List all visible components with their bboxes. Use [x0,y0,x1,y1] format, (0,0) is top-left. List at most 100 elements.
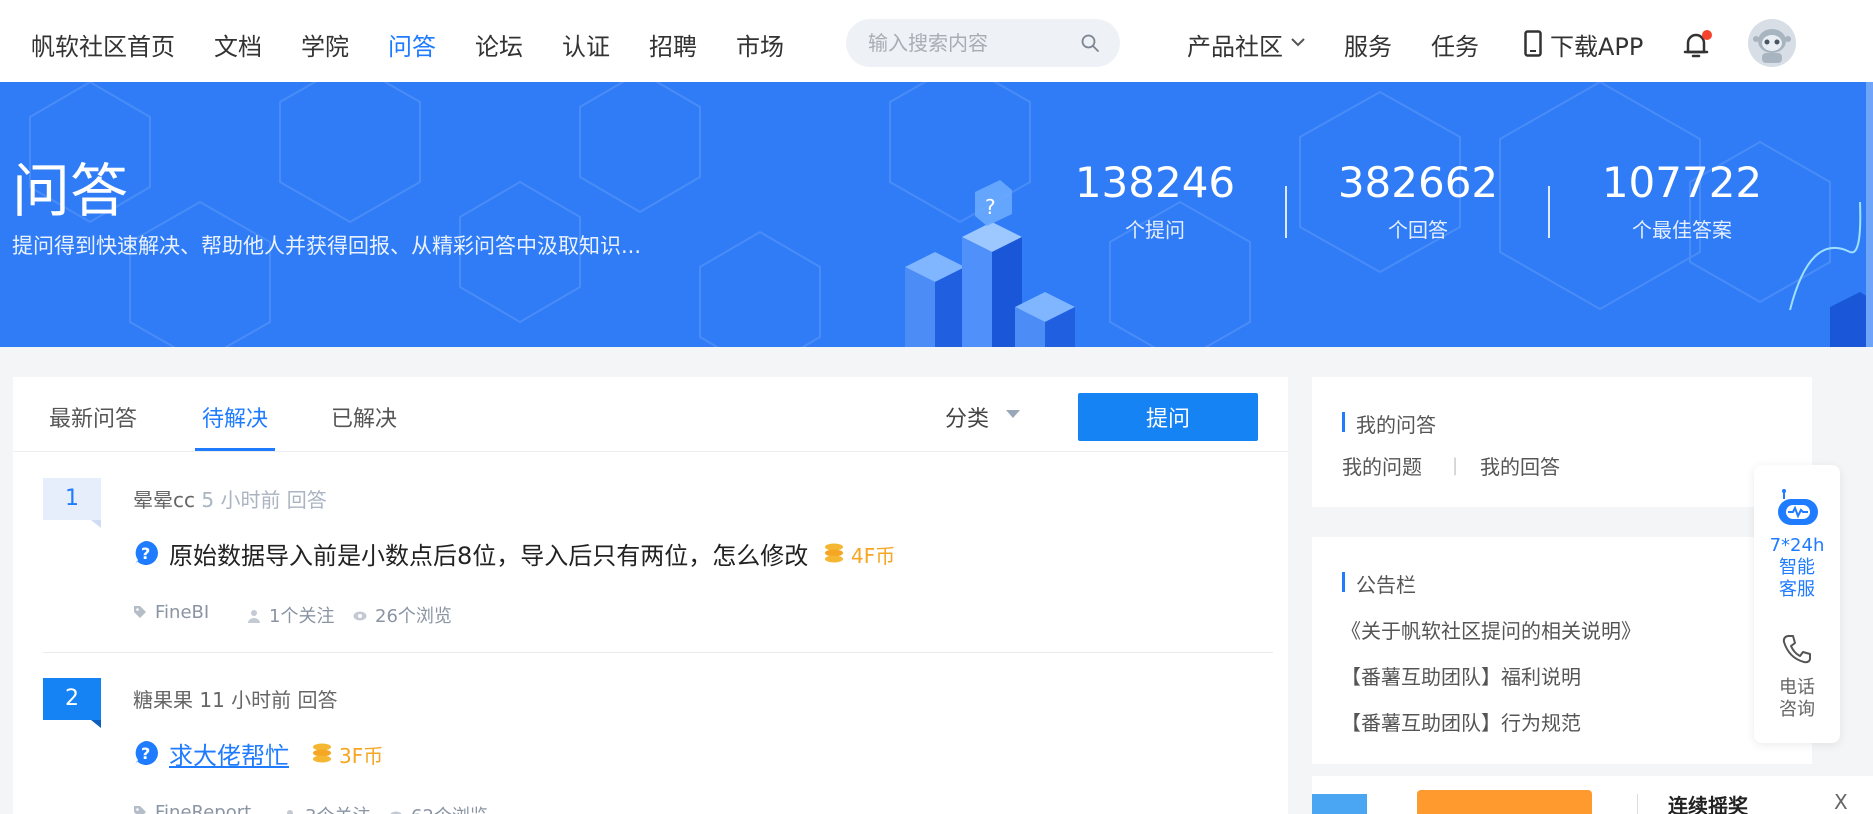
nav-link-qa[interactable]: 问答 [388,27,436,62]
robot-avatar-icon [1748,19,1796,67]
question-time: 11 小时前 回答 [199,688,338,712]
nav-link-download-app[interactable]: 下载APP [1550,27,1643,62]
tab-unsolved[interactable]: 待解决 [202,401,268,433]
tag-label: FineReport [155,802,252,814]
stat-label: 个提问 [1125,218,1185,242]
views-label: 26个浏览 [375,606,452,627]
nav-link-services[interactable]: 服务 [1344,27,1392,62]
scrollbar[interactable] [1866,82,1873,347]
question-rank: 1 [43,478,101,528]
coin-stack-icon [825,543,843,563]
stat-best-answers: 107722 个最佳答案 [1587,158,1777,243]
coin-stack-icon [313,743,331,763]
notice-item[interactable]: 【番薯互助团队】福利说明 [1341,661,1581,690]
bell-icon[interactable] [1680,28,1712,60]
top-nav: 帆软社区首页 文档 学院 问答 论坛 认证 招聘 市场 产品社区 服务 任务 下… [0,0,1873,82]
chevron-down-icon[interactable] [1290,36,1306,48]
floating-service-panel: 7*24h 智能 客服 电话 咨询 [1754,465,1840,743]
followers-count: 1个关注 [247,602,334,628]
page-subtitle: 提问得到快速解决、帮助他人并获得回报、从精彩问答中汲取知识... [12,234,642,258]
product-tag[interactable]: FineBI [133,602,209,623]
ai-service-label-2[interactable]: 客服 [1754,579,1840,601]
stat-questions: 138246 个提问 [1060,158,1250,243]
nav-link-docs[interactable]: 文档 [214,27,262,62]
views-label: 62个浏览 [411,806,488,814]
followers-count: 3个关注 [283,802,370,814]
stat-label: 个回答 [1388,218,1448,242]
popup-divider [1637,794,1638,814]
nav-link-academy[interactable]: 学院 [301,27,349,62]
caret-down-icon[interactable] [1006,410,1020,418]
question-rank: 2 [43,678,101,728]
my-questions-link[interactable]: 我的问题 [1342,451,1422,480]
nav-link-tasks[interactable]: 任务 [1431,27,1479,62]
mobile-phone-icon [1524,30,1542,57]
tabs-divider [13,451,1288,452]
stat-value: 107722 [1601,158,1763,207]
search-icon[interactable] [1080,33,1100,53]
views-count: 26个浏览 [353,602,452,628]
notice-title: 公告栏 [1342,569,1416,598]
svg-text:?: ? [985,195,996,219]
reward-amount: 4F币 [851,544,896,568]
reward-amount: 3F币 [339,744,384,768]
question-meta: 晕晕cc 5 小时前 回答 [133,484,327,513]
close-icon[interactable]: X [1834,790,1848,814]
product-tag[interactable]: FineReport [133,802,251,814]
stat-answers: 382662 个回答 [1323,158,1513,243]
tab-latest[interactable]: 最新问答 [49,401,137,433]
question-user[interactable]: 晕晕cc [133,488,195,512]
stat-divider [1285,186,1287,238]
eye-icon [390,811,402,814]
search-input[interactable] [868,31,1068,55]
tag-label: FineBI [155,602,210,623]
views-count: 62个浏览 [389,802,488,814]
question-mark-icon: ? [135,541,158,565]
followers-label: 3个关注 [305,806,370,814]
user-icon [287,810,293,814]
robot-icon[interactable] [1774,489,1822,529]
user-icon [248,610,260,623]
hero-banner: ? 问答 提问得到快速解决、帮助他人并获得回报、从精彩问答中汲取知识... 13… [0,82,1873,347]
question-title-link[interactable]: 求大佬帮忙 [169,736,289,771]
my-answers-link[interactable]: 我的回答 [1480,451,1560,480]
phone-icon[interactable] [1781,633,1813,665]
tag-icon [134,606,146,618]
popup-orange-banner[interactable] [1417,790,1592,814]
stat-value: 138246 [1074,158,1236,207]
question-user[interactable]: 糖果果 [133,688,193,712]
link-separator: | [1452,455,1459,476]
ai-service-hours[interactable]: 7*24h [1754,535,1840,557]
page-title: 问答 [12,157,129,225]
question-time: 5 小时前 回答 [201,488,327,512]
popup-blue-block [1312,794,1367,814]
stat-divider [1548,186,1550,238]
nav-link-home[interactable]: 帆软社区首页 [31,27,175,62]
nav-product-community[interactable]: 产品社区 [1187,27,1283,62]
question-divider [43,652,1273,653]
notice-item[interactable]: 《关于帆软社区提问的相关说明》 [1341,615,1641,644]
question-meta: 糖果果 11 小时前 回答 [133,684,338,713]
svg-text:?: ? [141,744,150,763]
nav-link-certification[interactable]: 认证 [562,27,610,62]
notice-item[interactable]: 【番薯互助团队】行为规范 [1341,707,1581,736]
tab-solved[interactable]: 已解决 [331,401,397,433]
question-list-card: 最新问答 待解决 已解决 分类 提问 1 晕晕cc 5 小时前 回答 ? 原始数… [13,377,1288,814]
category-dropdown[interactable]: 分类 [945,401,989,433]
nav-link-jobs[interactable]: 招聘 [649,27,697,62]
stat-label: 个最佳答案 [1632,218,1732,242]
question-title-link[interactable]: 原始数据导入前是小数点后8位，导入后只有两位，怎么修改 [169,536,808,571]
svg-text:?: ? [141,544,150,563]
nav-link-forum[interactable]: 论坛 [475,27,523,62]
stat-value: 382662 [1337,158,1499,207]
avatar[interactable] [1748,19,1796,67]
followers-label: 1个关注 [269,606,335,627]
phone-consult-label-2[interactable]: 咨询 [1754,699,1840,721]
ask-question-button[interactable]: 提问 [1078,393,1258,441]
phone-consult-label-1[interactable]: 电话 [1754,677,1840,699]
ai-service-label-1[interactable]: 智能 [1754,557,1840,579]
search-box[interactable] [846,19,1120,67]
tag-icon [134,806,146,814]
popup-text[interactable]: 连续摇奖 [1668,790,1748,814]
nav-link-market[interactable]: 市场 [736,27,784,62]
